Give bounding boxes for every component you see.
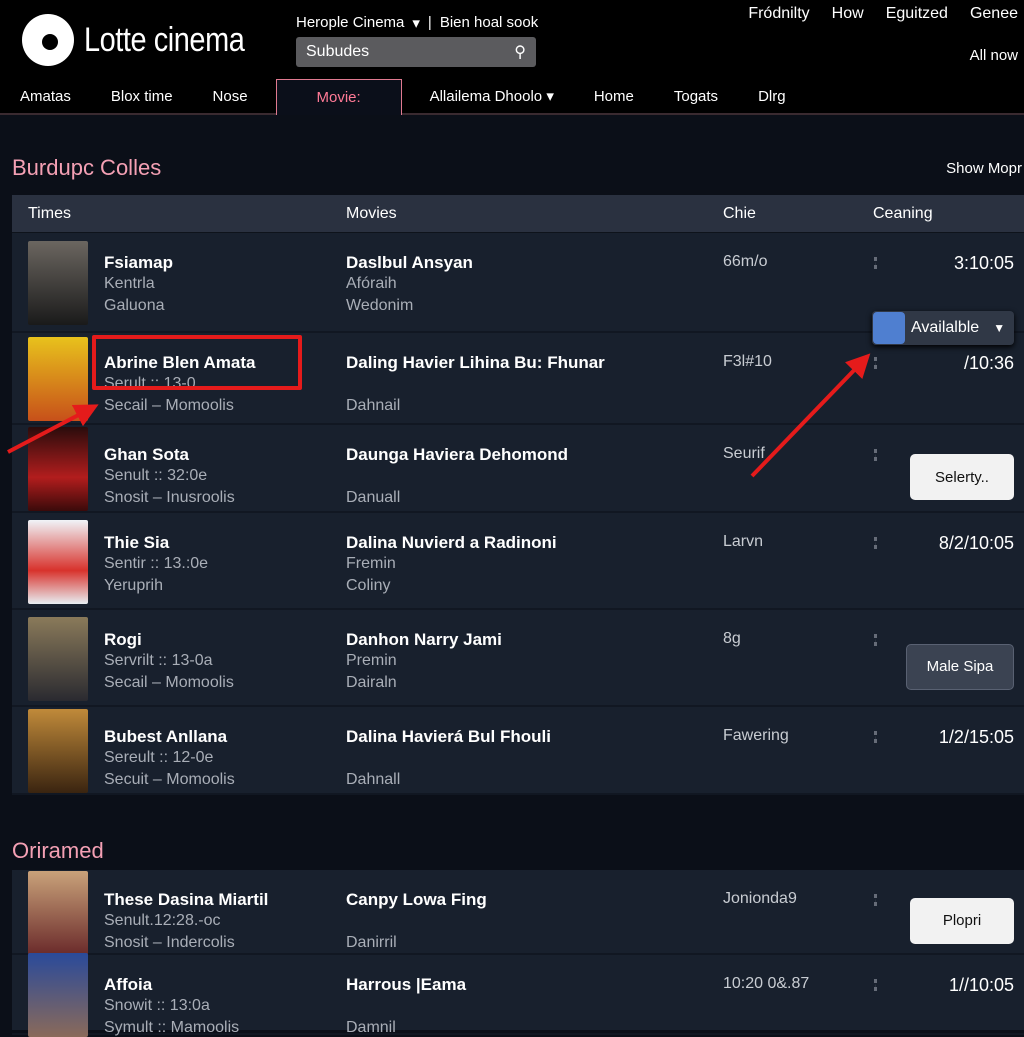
arrow-annotation: [750, 353, 871, 478]
arrow-annotation: [7, 404, 99, 454]
annotation-arrows: [7, 353, 871, 478]
